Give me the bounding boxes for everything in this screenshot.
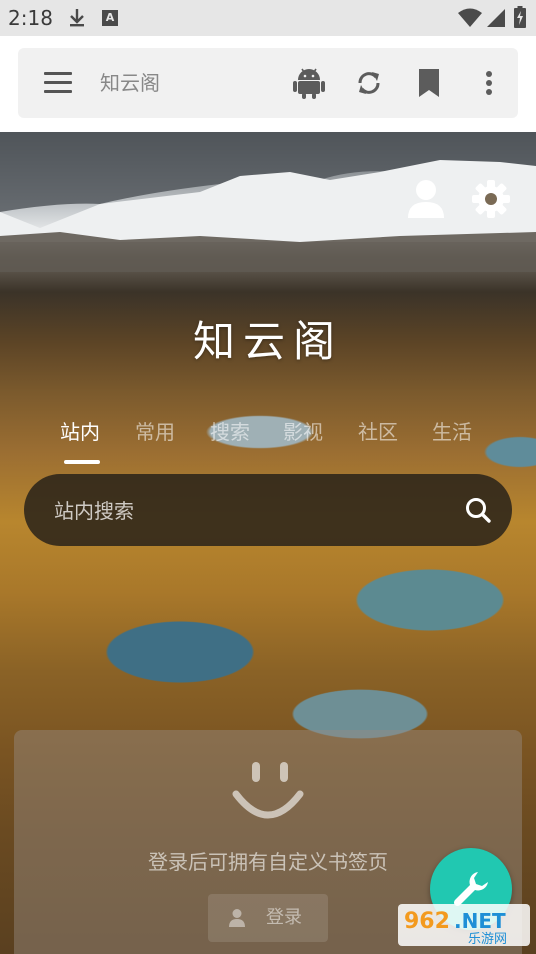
status-time: 2:18	[8, 6, 53, 30]
user-icon[interactable]	[406, 178, 446, 220]
wifi-icon	[458, 8, 482, 27]
app-bar: 知云阁	[18, 48, 518, 118]
tab-video[interactable]: 影视	[283, 418, 323, 446]
bookmark-icon[interactable]	[412, 66, 446, 100]
site-watermark-logo: 962 .NET 乐游网	[398, 904, 530, 947]
more-vert-icon[interactable]	[472, 66, 506, 100]
search-icon[interactable]	[464, 496, 492, 524]
search-bar	[24, 474, 512, 546]
signal-icon	[487, 9, 505, 27]
status-bar: 2:18 A	[0, 0, 536, 36]
menu-icon[interactable]	[44, 70, 74, 96]
active-tab-indicator	[64, 460, 100, 464]
tab-life[interactable]: 生活	[432, 418, 472, 446]
android-icon[interactable]	[292, 66, 326, 100]
login-button[interactable]: 登录	[208, 894, 328, 942]
tab-community[interactable]: 社区	[358, 418, 398, 446]
refresh-icon[interactable]	[352, 66, 386, 100]
gear-icon[interactable]	[472, 180, 510, 218]
tab-common[interactable]: 常用	[135, 418, 175, 446]
svg-text:962: 962	[404, 909, 450, 934]
app-screen: 2:18 A 知云阁 知云阁 站内 常用 搜索 影视 社区 生活 站内搜索 登录…	[0, 0, 536, 954]
tab-site[interactable]: 站内	[60, 418, 100, 446]
smile-icon	[232, 762, 304, 819]
accessibility-indicator-icon: A	[102, 10, 118, 26]
hero-background-image: 知云阁 站内 常用 搜索 影视 社区 生活 登录后可拥有自定义书签页	[0, 132, 536, 954]
tab-search[interactable]: 搜索	[210, 418, 250, 446]
mountain-landscape	[0, 132, 536, 272]
svg-text:.NET: .NET	[454, 909, 506, 933]
battery-icon	[514, 6, 526, 28]
site-title: 知云阁	[192, 317, 343, 366]
search-input[interactable]	[52, 492, 456, 530]
person-icon	[229, 909, 245, 927]
svg-text:乐游网: 乐游网	[468, 932, 507, 947]
login-button-label: 登录	[266, 907, 302, 928]
download-icon	[70, 9, 84, 27]
app-title: 知云阁	[100, 71, 160, 95]
